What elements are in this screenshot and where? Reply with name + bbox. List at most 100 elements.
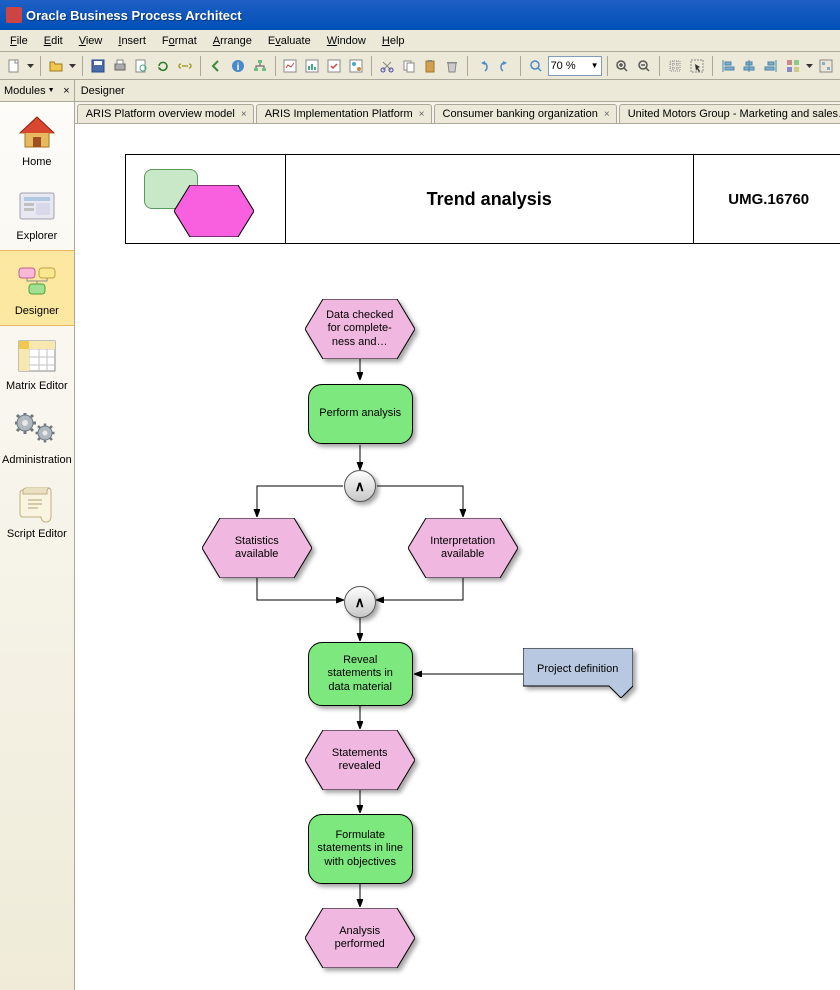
open-dropdown[interactable] (68, 55, 77, 77)
modules-sidebar: Modules ▼ × Home Explorer Designer (0, 80, 75, 990)
sidebar-close-icon[interactable]: × (63, 85, 69, 97)
copy-button[interactable] (399, 55, 419, 77)
check-button[interactable] (324, 55, 344, 77)
module-home[interactable]: Home (0, 102, 74, 176)
data-project-definition[interactable]: Project definition (523, 648, 633, 698)
print-preview-button[interactable] (132, 55, 152, 77)
menu-insert[interactable]: Insert (110, 33, 154, 49)
menu-format[interactable]: Format (154, 33, 205, 49)
arrange-dropdown[interactable] (805, 55, 814, 77)
module-explorer[interactable]: Explorer (0, 176, 74, 250)
event-analysis-performed[interactable]: Analysis performed (305, 908, 415, 968)
menu-arrange[interactable]: Arrange (205, 33, 260, 49)
zoom-out-button[interactable] (634, 55, 654, 77)
module-designer[interactable]: Designer (0, 250, 74, 326)
grid-button[interactable] (665, 55, 685, 77)
layout-button[interactable] (816, 55, 836, 77)
node-text: Project definition (537, 663, 618, 676)
tab-label: ARIS Implementation Platform (265, 108, 413, 120)
print-button[interactable] (110, 55, 130, 77)
optimize-button[interactable] (346, 55, 366, 77)
align-right-button[interactable] (761, 55, 781, 77)
toolbar-separator (40, 56, 41, 76)
menu-file[interactable]: File (2, 33, 36, 49)
module-script-editor[interactable]: Script Editor (0, 474, 74, 548)
new-button[interactable] (4, 55, 24, 77)
app-title: Oracle Business Process Architect (26, 8, 242, 23)
new-dropdown[interactable] (26, 55, 35, 77)
node-text: Statistics available (202, 535, 312, 561)
tab-label: Consumer banking organization (443, 108, 598, 120)
tab-close-icon[interactable]: × (604, 109, 610, 120)
tab-close-icon[interactable]: × (241, 109, 247, 120)
undo-button[interactable] (473, 55, 493, 77)
paste-button[interactable] (420, 55, 440, 77)
node-text: Analysis performed (305, 925, 415, 951)
toolbar-separator (82, 56, 83, 76)
menu-edit[interactable]: Edit (36, 33, 71, 49)
tab-close-icon[interactable]: × (419, 109, 425, 120)
tab-consumer-banking[interactable]: Consumer banking organization × (434, 104, 617, 123)
menu-window[interactable]: Window (319, 33, 374, 49)
tab-aris-overview[interactable]: ARIS Platform overview model × (77, 104, 254, 123)
event-statistics-available[interactable]: Statistics available (202, 518, 312, 578)
event-statements-revealed[interactable]: Statements revealed (305, 730, 415, 790)
gateway-and-1[interactable]: ∧ (344, 470, 376, 502)
find-button[interactable] (526, 55, 546, 77)
chart2-button[interactable] (302, 55, 322, 77)
toolbar-separator (371, 56, 372, 76)
module-administration[interactable]: Administration (0, 400, 74, 474)
function-reveal-statements[interactable]: Reveal statements in data material (308, 642, 413, 706)
menu-view[interactable]: View (71, 33, 111, 49)
sidebar-dropdown-icon[interactable]: ▼ (48, 87, 55, 94)
delete-button[interactable] (442, 55, 462, 77)
toolbar-separator (467, 56, 468, 76)
module-matrix-editor[interactable]: Matrix Editor (0, 326, 74, 400)
node-text: Statements revealed (305, 747, 415, 773)
refresh-button[interactable] (153, 55, 173, 77)
align-left-button[interactable] (718, 55, 738, 77)
toolbar-separator (659, 56, 660, 76)
align-center-button[interactable] (740, 55, 760, 77)
info-button[interactable]: i (228, 55, 248, 77)
event-data-checked[interactable]: Data checked for complete- ness and… (305, 299, 415, 359)
back-button[interactable] (206, 55, 226, 77)
diagram-canvas[interactable]: Trend analysis UMG.16760 (75, 124, 840, 990)
gateway-and-2[interactable]: ∧ (344, 586, 376, 618)
toolbar-separator (520, 56, 521, 76)
tabs-bar: ARIS Platform overview model × ARIS Impl… (75, 102, 840, 124)
redo-button[interactable] (495, 55, 515, 77)
explorer-icon (13, 186, 61, 226)
window-titlebar: Oracle Business Process Architect (0, 0, 840, 30)
zoom-in-button[interactable] (612, 55, 632, 77)
home-icon (13, 112, 61, 152)
hierarchy-button[interactable] (250, 55, 270, 77)
menu-help[interactable]: Help (374, 33, 413, 49)
toolbar-separator (607, 56, 608, 76)
matrix-icon (13, 336, 61, 376)
node-text: Reveal statements in data material (309, 654, 412, 694)
event-interpretation-available[interactable]: Interpretation available (408, 518, 518, 578)
arrange-button[interactable] (783, 55, 803, 77)
menu-evaluate[interactable]: Evaluate (260, 33, 319, 49)
module-matrix-label: Matrix Editor (6, 380, 68, 392)
function-formulate-statements[interactable]: Formulate statements in line with object… (308, 814, 413, 884)
chart1-button[interactable] (280, 55, 300, 77)
save-button[interactable] (88, 55, 108, 77)
module-home-label: Home (22, 156, 51, 168)
tab-united-motors[interactable]: United Motors Group - Marketing and sale… (619, 104, 840, 123)
tab-label: United Motors Group - Marketing and sale… (628, 108, 840, 120)
tab-aris-implementation[interactable]: ARIS Implementation Platform × (256, 104, 432, 123)
select-button[interactable] (687, 55, 707, 77)
designer-area: Designer ARIS Platform overview model × … (75, 80, 840, 990)
link-button[interactable] (175, 55, 195, 77)
function-perform-analysis[interactable]: Perform analysis (308, 384, 413, 444)
svg-text:i: i (236, 62, 239, 73)
zoom-combo[interactable]: 70 %▼ (548, 56, 602, 76)
script-icon (13, 484, 61, 524)
tab-label: ARIS Platform overview model (86, 108, 235, 120)
sidebar-header: Modules ▼ × (0, 80, 74, 102)
cut-button[interactable] (377, 55, 397, 77)
module-admin-label: Administration (2, 454, 72, 466)
open-button[interactable] (46, 55, 66, 77)
